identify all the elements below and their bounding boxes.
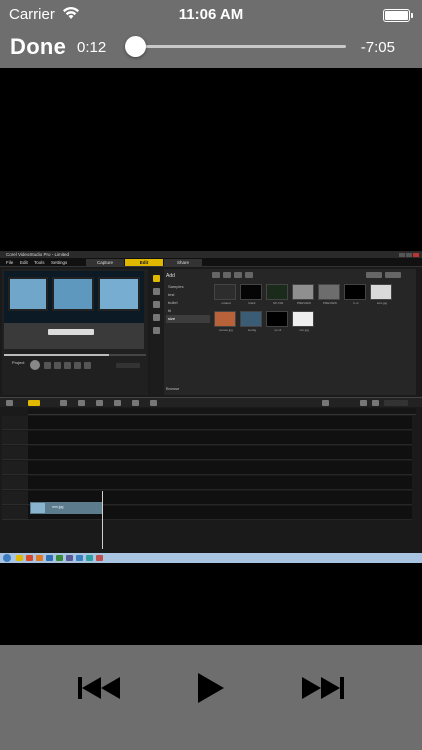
progress-scrubber[interactable] xyxy=(124,36,346,57)
add-folder-button: Add xyxy=(166,273,175,279)
preview-play-icon xyxy=(30,360,40,370)
skip-back-icon[interactable] xyxy=(70,657,130,707)
remaining-time: -7:05 xyxy=(360,39,395,56)
play-icon[interactable] xyxy=(181,657,241,707)
preview-repeat-icon xyxy=(84,362,91,369)
menu-tools: Tools xyxy=(34,260,45,265)
timecode-box xyxy=(116,363,140,368)
folder-item-selected: size xyxy=(166,315,210,323)
preview-controls: Project xyxy=(4,354,146,392)
project-label: Project xyxy=(12,360,25,365)
menu-settings: Settings xyxy=(51,260,68,265)
folder-item: bullet xyxy=(168,300,178,305)
thumb: h-xt xyxy=(344,284,368,308)
step-edit: Edit xyxy=(125,259,163,266)
done-button[interactable]: Done xyxy=(10,34,66,60)
step-capture: Capture xyxy=(86,259,124,266)
clip-name: mm.jpg xyxy=(52,505,64,509)
folder-item: ttl xyxy=(168,308,172,313)
preview-back-icon xyxy=(54,362,61,369)
thumb: size.jpg xyxy=(370,284,394,308)
folder-item: test xyxy=(168,292,175,297)
library-panel: Add Samples test bullet ttl size Browse … xyxy=(150,269,416,395)
folder-item: Samples xyxy=(168,284,184,289)
thumb: black xyxy=(240,284,264,308)
thumb: PREVIEW xyxy=(292,284,316,308)
status-time: 11:06 AM xyxy=(178,6,244,23)
menu-edit: Edit xyxy=(20,260,28,265)
skip-forward-icon[interactable] xyxy=(292,657,352,707)
scrubber-track xyxy=(126,45,346,48)
app-title: Corel VideoStudio Pro - Limited xyxy=(6,252,69,257)
thumb: rotated xyxy=(214,284,238,308)
status-bar: Carrier 11:06 AM xyxy=(0,0,422,30)
preview-player: Project xyxy=(2,269,148,395)
preview-end-icon xyxy=(74,362,81,369)
thumb: sv-v1 xyxy=(266,311,290,335)
thumb: mm.jpg xyxy=(292,311,316,335)
player-control-bar: Done 0:12 -7:05 xyxy=(0,30,422,68)
thumb: PREVIEW xyxy=(318,284,342,308)
timeline-clip: mm.jpg xyxy=(30,502,102,514)
scrubber-knob[interactable] xyxy=(124,36,146,57)
preview-image xyxy=(4,271,144,349)
thumb: sunset.jpg xyxy=(214,311,238,335)
app-menubar: File Edit Tools Settings Capture Edit Sh… xyxy=(0,258,422,267)
timeline-toolbar xyxy=(0,397,422,407)
thumb: SP-V04 xyxy=(266,284,290,308)
menu-file: File xyxy=(6,260,14,265)
library-grid: rotated black SP-V04 PREVIEW PREVIEW h-x… xyxy=(212,272,414,392)
windows-taskbar xyxy=(0,553,422,563)
preview-prev-icon xyxy=(44,362,51,369)
library-folders: Add Samples test bullet ttl size Browse xyxy=(166,273,210,393)
video-area[interactable]: Corel VideoStudio Pro - Limited File Edi… xyxy=(0,68,422,645)
video-frame: Corel VideoStudio Pro - Limited File Edi… xyxy=(0,251,422,563)
app-titlebar: Corel VideoStudio Pro - Limited xyxy=(0,251,422,258)
preview-next-icon xyxy=(64,362,71,369)
timeline-ruler xyxy=(28,408,416,415)
battery-icon xyxy=(383,9,413,22)
transport-bar xyxy=(0,645,422,750)
step-share: Share xyxy=(164,259,202,266)
library-side-icons xyxy=(150,269,164,395)
elapsed-time: 0:12 xyxy=(77,39,107,56)
timeline-playhead xyxy=(102,491,103,549)
thumb: sunbg xyxy=(240,311,264,335)
browse-button: Browse xyxy=(166,386,180,391)
